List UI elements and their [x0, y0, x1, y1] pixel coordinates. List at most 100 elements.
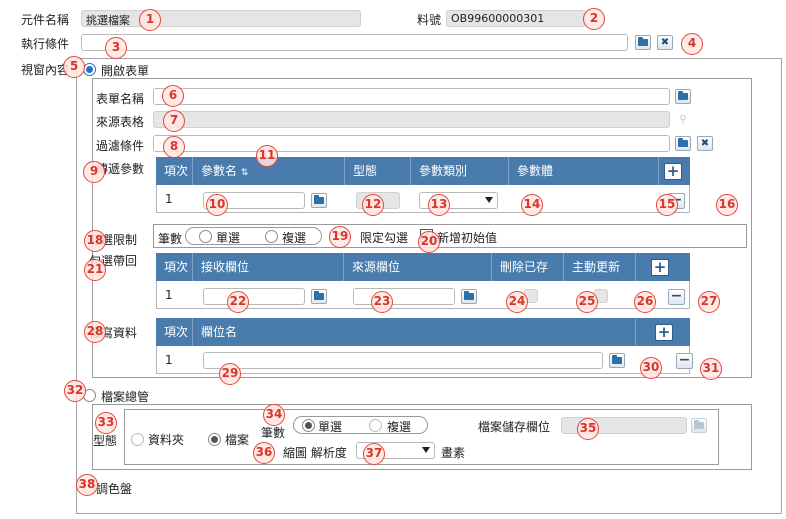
callout-badge: 36 — [253, 442, 275, 464]
callout-badge: 28 — [84, 321, 106, 343]
callout-badge: 34 — [263, 404, 285, 426]
copy-field-input[interactable] — [203, 352, 603, 369]
source-field-input[interactable] — [353, 288, 455, 305]
file-multi-radio[interactable] — [369, 419, 382, 432]
params-col-body: 參數體 — [508, 157, 658, 185]
exec-condition-input[interactable] — [81, 34, 628, 51]
callout-badge: 26 — [634, 291, 656, 313]
callout-badge: 38 — [76, 474, 98, 496]
callout-badge: 2 — [583, 8, 605, 30]
callout-badge: 3 — [105, 37, 127, 59]
file-single-radio[interactable] — [302, 419, 315, 432]
pixel-label: 畫素 — [441, 446, 466, 460]
source-table-label: 來源表格 — [96, 115, 145, 129]
search-icon: ⚲ — [679, 113, 687, 125]
folder-open-icon — [638, 37, 648, 46]
callout-badge: 30 — [640, 357, 662, 379]
copy-row-index: 1 — [165, 353, 173, 367]
type-file-radio[interactable] — [208, 433, 221, 446]
file-manager-label: 檔案總管 — [101, 390, 150, 404]
return-col-delete-existing: 刪除已存 — [491, 253, 563, 281]
param-name-browse-button[interactable] — [311, 193, 327, 208]
limit-check-label: 限定勾選 — [360, 231, 409, 245]
source-field-browse-button[interactable] — [461, 289, 477, 304]
exec-condition-browse-button[interactable] — [635, 35, 651, 50]
callout-badge: 6 — [162, 85, 184, 107]
file-store-field-label: 檔案儲存欄位 — [478, 420, 551, 434]
file-single-label: 單選 — [318, 420, 343, 434]
type-file-label: 檔案 — [225, 433, 250, 447]
exec-condition-label: 執行條件 — [21, 37, 70, 51]
file-count-label: 筆數 — [261, 426, 286, 440]
folder-open-icon — [678, 91, 688, 100]
select-limit-multi-radio[interactable] — [265, 230, 278, 243]
open-form-label: 開啟表單 — [101, 64, 150, 78]
plus-icon: + — [666, 162, 680, 180]
filter-label: 過濾條件 — [96, 139, 145, 153]
filter-browse-button[interactable] — [675, 136, 691, 151]
callout-badge: 35 — [577, 418, 599, 440]
filter-clear-button[interactable]: ✖ — [697, 136, 713, 151]
callout-badge: 33 — [95, 412, 117, 434]
chevron-down-icon — [485, 197, 493, 203]
return-add-button[interactable]: + — [651, 259, 669, 276]
receive-field-input[interactable] — [203, 288, 305, 305]
callout-badge: 29 — [219, 363, 241, 385]
return-col-source: 來源欄位 — [343, 253, 491, 281]
file-store-browse-button[interactable] — [691, 418, 707, 433]
copy-table-header: 項次 欄位名 — [156, 318, 690, 346]
copy-col-index: 項次 — [164, 325, 189, 339]
params-add-button[interactable]: + — [664, 163, 682, 180]
minus-icon: − — [678, 352, 691, 368]
exec-condition-clear-button[interactable]: ✖ — [657, 35, 673, 50]
part-no-field[interactable]: OB99600000301 — [446, 10, 586, 27]
select-limit-single-label: 單選 — [216, 231, 241, 245]
return-col-auto-update: 主動更新 — [563, 253, 635, 281]
return-row-index: 1 — [165, 288, 173, 302]
callout-badge: 14 — [521, 194, 543, 216]
copy-remove-button[interactable]: − — [676, 353, 693, 369]
callout-badge: 13 — [428, 194, 450, 216]
file-type-label: 型態 — [93, 434, 118, 448]
callout-badge: 12 — [362, 194, 384, 216]
callout-badge: 5 — [63, 56, 85, 78]
palette-label: 調色盤 — [96, 482, 133, 496]
callout-badge: 19 — [329, 226, 351, 248]
filter-input[interactable] — [153, 135, 670, 152]
params-col-category: 參數類別 — [410, 157, 508, 185]
return-table-header: 項次 接收欄位 來源欄位 刪除已存 主動更新 — [156, 253, 690, 281]
plus-icon: + — [653, 258, 667, 276]
folder-open-icon — [612, 355, 622, 364]
folder-open-icon — [314, 291, 324, 300]
select-limit-count-label: 筆數 — [158, 232, 183, 246]
callout-badge: 18 — [84, 230, 106, 252]
params-col-name-text: 參數名 — [201, 164, 238, 178]
callout-badge: 31 — [700, 358, 722, 380]
source-table-search-button[interactable]: ⚲ — [675, 112, 691, 127]
chevron-down-icon — [422, 447, 430, 453]
callout-badge: 15 — [656, 194, 678, 216]
sort-icon[interactable]: ⇅ — [241, 168, 249, 178]
element-name-field[interactable]: 挑選檔案 — [81, 10, 361, 27]
form-name-input[interactable] — [153, 88, 670, 105]
thumb-res-label: 縮圖 解析度 — [283, 446, 347, 460]
folder-open-icon — [694, 420, 704, 429]
receive-field-browse-button[interactable] — [311, 289, 327, 304]
return-remove-button[interactable]: − — [668, 289, 685, 305]
callout-badge: 21 — [84, 259, 106, 281]
return-col-receive: 接收欄位 — [192, 253, 343, 281]
select-limit-single-radio[interactable] — [199, 230, 212, 243]
callout-badge: 25 — [576, 291, 598, 313]
callout-badge: 7 — [163, 110, 185, 132]
params-table-header: 項次 參數名 ⇅ 型態 參數類別 參數體 — [156, 157, 690, 185]
callout-badge: 10 — [206, 194, 228, 216]
part-no-label: 料號 — [417, 13, 442, 27]
close-icon: ✖ — [700, 137, 710, 149]
window-content-label: 視窗內容 — [21, 63, 70, 77]
callout-badge: 22 — [227, 291, 249, 313]
copy-field-browse-button[interactable] — [609, 353, 625, 368]
copy-add-button[interactable]: + — [655, 324, 673, 341]
params-col-index: 項次 — [164, 164, 189, 178]
type-folder-radio[interactable] — [131, 433, 144, 446]
form-name-browse-button[interactable] — [675, 89, 691, 104]
